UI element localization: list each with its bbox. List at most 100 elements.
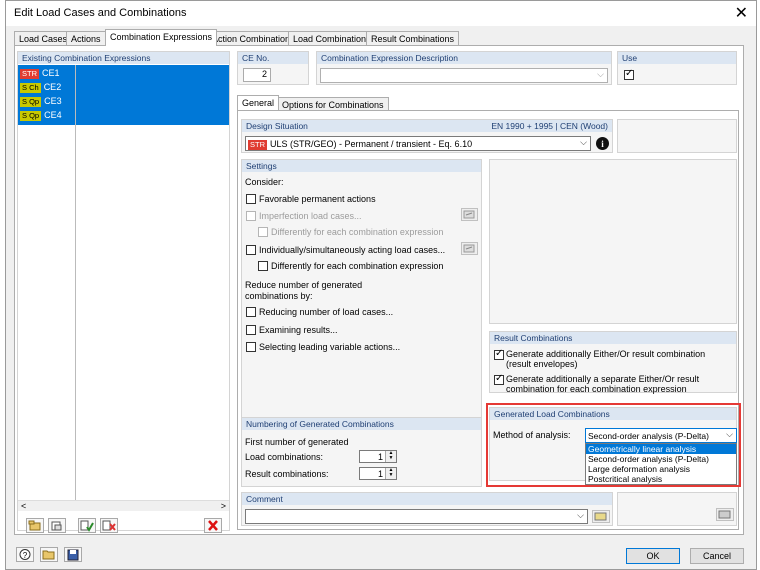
dialog-window: Edit Load Cases and Combinations ✕ Load … <box>5 0 757 570</box>
info-icon: i <box>596 137 609 150</box>
ce-number-field[interactable]: 2 <box>243 68 271 82</box>
tab-actions[interactable]: Actions <box>66 31 106 46</box>
design-standard: EN 1990 + 1995 | CEN (Wood) <box>491 121 608 131</box>
title-bar: Edit Load Cases and Combinations ✕ <box>6 1 756 26</box>
horizontal-scrollbar[interactable]: < > <box>18 500 229 511</box>
use-checkbox[interactable] <box>624 68 634 80</box>
either-or-label: Generate additionally Either/Or result c… <box>506 349 706 369</box>
load-combinations-value: 1 <box>377 452 383 462</box>
tab-panel: Existing Combination Expressions STR CE1 … <box>14 45 744 535</box>
result-combinations-value: 1 <box>377 469 383 479</box>
tab-result-combinations[interactable]: Result Combinations <box>366 31 460 46</box>
chevron-down-icon[interactable]: ⌵ <box>577 510 584 521</box>
description-label: Combination Expression Description <box>317 52 611 64</box>
status-badge: STR <box>20 69 39 79</box>
close-icon[interactable]: ✕ <box>735 3 748 23</box>
folder-open-icon <box>42 550 55 560</box>
delete-button[interactable] <box>204 518 222 533</box>
comment-extra-button[interactable] <box>716 508 734 521</box>
individually-checkbox[interactable] <box>246 245 256 255</box>
design-situation-select[interactable]: STR ULS (STR/GEO) - Permanent / transient… <box>245 136 591 151</box>
info-button[interactable]: i <box>595 136 610 151</box>
tab-load-cases[interactable]: Load Cases <box>14 31 73 46</box>
stepper-arrows-icon[interactable]: ▲ ▼ <box>385 451 396 462</box>
scroll-right-icon[interactable]: > <box>221 501 226 511</box>
list-item-label: CE1 <box>42 68 60 78</box>
new-folder-icon <box>28 520 41 531</box>
reduce-title: Reduce number of generated combinations … <box>245 280 363 301</box>
examining-checkbox[interactable] <box>246 325 256 335</box>
settings-header: Settings <box>242 160 481 172</box>
edit-dialog-icon <box>463 244 475 253</box>
load-combinations-stepper[interactable]: 1 ▲ ▼ <box>359 450 397 463</box>
reducing-checkbox[interactable] <box>246 307 256 317</box>
tab-load-combinations[interactable]: Load Combinations <box>288 31 376 46</box>
status-badge: S Qp <box>20 111 42 121</box>
open-button[interactable] <box>40 547 58 562</box>
edit-dialog-icon <box>463 210 475 219</box>
ok-button[interactable]: OK <box>626 548 680 564</box>
combination-list-panel: Existing Combination Expressions STR CE1 … <box>17 51 230 533</box>
tab-action-combinations[interactable]: Action Combinations <box>207 31 300 46</box>
examining-label: Examining results... <box>259 325 338 335</box>
status-badge: S Ch <box>20 83 41 93</box>
uncheck-icon <box>102 520 116 531</box>
tab-combination-expressions[interactable]: Combination Expressions <box>105 29 218 46</box>
status-badge: STR <box>248 140 267 150</box>
either-or-checkbox[interactable] <box>494 348 504 360</box>
list-item[interactable]: S Ch CE2 <box>20 82 61 96</box>
list-item[interactable]: S Qp CE3 <box>20 96 62 110</box>
description-field[interactable]: ⌵ <box>320 68 608 83</box>
column-divider <box>75 65 76 505</box>
imperfection-diff-label: Differently for each combination express… <box>271 227 444 237</box>
use-label: Use <box>618 52 736 64</box>
design-situation-text: STR ULS (STR/GEO) - Permanent / transient… <box>248 139 472 150</box>
ce-number-panel: CE No. 2 <box>237 51 309 85</box>
check-icon <box>80 520 94 532</box>
individually-label: Individually/simultaneously acting load … <box>259 245 446 255</box>
save-icon <box>67 549 79 561</box>
individually-diff-checkbox[interactable] <box>258 261 268 271</box>
comment-field[interactable]: ⌵ <box>245 509 588 524</box>
chevron-down-icon[interactable]: ⌵ <box>597 69 604 80</box>
favorable-label: Favorable permanent actions <box>259 194 376 204</box>
delete-icon <box>208 520 218 531</box>
favorable-checkbox[interactable] <box>246 194 256 204</box>
uncheck-button[interactable] <box>100 518 118 533</box>
result-combinations-label: Result combinations: <box>245 469 329 479</box>
comment-side-panel <box>617 492 737 526</box>
cancel-button[interactable]: Cancel <box>690 548 744 564</box>
check-button[interactable] <box>78 518 96 533</box>
save-button[interactable] <box>64 547 82 562</box>
imperfection-edit-button[interactable] <box>461 208 478 221</box>
comment-edit-button[interactable] <box>592 510 610 523</box>
list-item[interactable]: S Qp CE4 <box>20 110 62 124</box>
scroll-left-icon[interactable]: < <box>21 501 26 511</box>
stepper-arrows-icon[interactable]: ▲ ▼ <box>385 468 396 479</box>
numbering-header: Numbering of Generated Combinations <box>242 418 481 430</box>
combination-list-header: Existing Combination Expressions <box>18 52 229 64</box>
new-expression-button[interactable] <box>26 518 44 533</box>
ce-number-label: CE No. <box>238 52 308 64</box>
subtab-options[interactable]: Options for Combinations <box>277 97 389 110</box>
design-situation-panel: Design Situation EN 1990 + 1995 | CEN (W… <box>241 119 613 153</box>
design-situation-side-panel <box>617 119 737 153</box>
result-combinations-stepper[interactable]: 1 ▲ ▼ <box>359 467 397 480</box>
help-icon: ? <box>19 549 31 560</box>
chevron-down-icon[interactable]: ⌵ <box>580 137 587 148</box>
edit-dialog-icon <box>594 512 607 521</box>
help-button[interactable]: ? <box>16 547 34 562</box>
imperfection-diff-checkbox[interactable] <box>258 227 268 237</box>
selecting-checkbox[interactable] <box>246 342 256 352</box>
result-combinations-header: Result Combinations <box>490 332 736 344</box>
edit-dialog-icon <box>718 510 731 519</box>
subtab-general[interactable]: General <box>237 95 280 110</box>
individually-edit-button[interactable] <box>461 242 478 255</box>
list-item-label: CE2 <box>43 82 62 92</box>
separate-either-or-checkbox[interactable] <box>494 373 504 385</box>
imperfection-checkbox[interactable] <box>246 211 256 221</box>
design-situation-value: ULS (STR/GEO) - Permanent / transient - … <box>270 139 473 149</box>
list-item[interactable]: STR CE1 <box>20 68 60 82</box>
copy-expression-button[interactable] <box>48 518 66 533</box>
design-situation-label: Design Situation <box>246 121 308 131</box>
